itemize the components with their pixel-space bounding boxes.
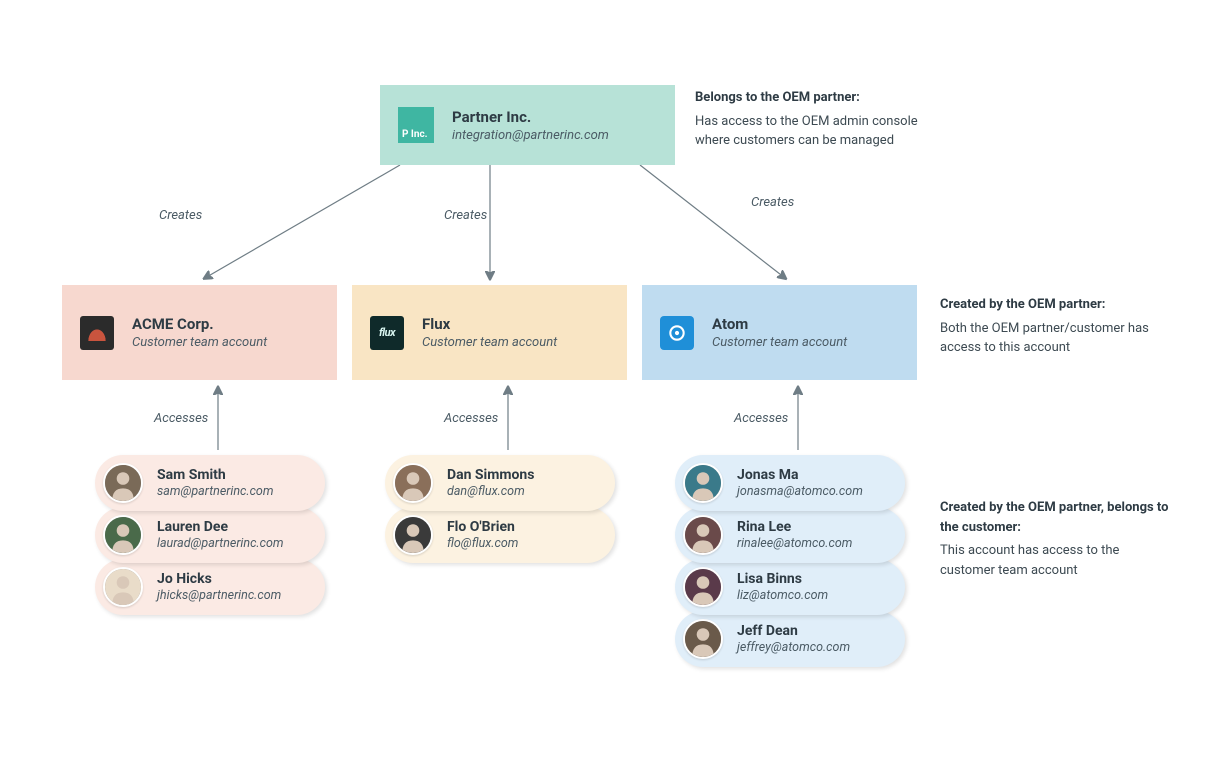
user-card: Jeff Dean jeffrey@atomco.com xyxy=(675,611,905,667)
user-card: Jo Hicks jhicks@partnerinc.com xyxy=(95,559,325,615)
user-card: Rina Lee rinalee@atomco.com xyxy=(675,507,905,563)
avatar xyxy=(683,463,723,503)
user-card: Lauren Dee laurad@partnerinc.com xyxy=(95,507,325,563)
atom-logo xyxy=(660,316,694,350)
user-list-acme: Sam Smith sam@partnerinc.com Lauren Dee … xyxy=(95,455,325,611)
partner-email: integration@partnerinc.com xyxy=(452,128,609,143)
user-email: dan@flux.com xyxy=(447,484,534,499)
edge-label-creates: Creates xyxy=(444,208,487,223)
user-name: Lisa Binns xyxy=(737,571,828,587)
edge-label-accesses: Accesses xyxy=(734,411,788,426)
avatar xyxy=(683,567,723,607)
customer-subtitle: Customer team account xyxy=(712,335,847,350)
note-partner: Belongs to the OEM partner: Has access t… xyxy=(695,88,930,151)
acme-logo xyxy=(80,316,114,350)
avatar xyxy=(393,463,433,503)
user-card: Sam Smith sam@partnerinc.com xyxy=(95,455,325,511)
note-user: Created by the OEM partner, belongs to t… xyxy=(940,498,1175,580)
user-email: laurad@partnerinc.com xyxy=(157,536,284,551)
user-name: Rina Lee xyxy=(737,519,852,535)
avatar xyxy=(683,515,723,555)
user-email: liz@atomco.com xyxy=(737,588,828,603)
user-email: sam@partnerinc.com xyxy=(157,484,273,499)
avatar xyxy=(103,567,143,607)
user-email: flo@flux.com xyxy=(447,536,518,551)
user-name: Lauren Dee xyxy=(157,519,284,535)
customer-name: ACME Corp. xyxy=(132,315,267,333)
partner-account-card: P Inc. Partner Inc. integration@partneri… xyxy=(380,85,675,165)
user-name: Jonas Ma xyxy=(737,467,863,483)
user-card: Lisa Binns liz@atomco.com xyxy=(675,559,905,615)
avatar xyxy=(103,515,143,555)
user-card: Flo O'Brien flo@flux.com xyxy=(385,507,615,563)
avatar xyxy=(683,619,723,659)
user-name: Jeff Dean xyxy=(737,623,850,639)
user-name: Dan Simmons xyxy=(447,467,534,483)
partner-name: Partner Inc. xyxy=(452,108,609,126)
user-name: Flo O'Brien xyxy=(447,519,518,535)
customer-subtitle: Customer team account xyxy=(422,335,557,350)
edge-label-accesses: Accesses xyxy=(444,411,498,426)
user-email: jeffrey@atomco.com xyxy=(737,640,850,655)
user-list-atom: Jonas Ma jonasma@atomco.com Rina Lee rin… xyxy=(675,455,905,663)
customer-card-flux: flux Flux Customer team account xyxy=(352,285,627,380)
avatar xyxy=(103,463,143,503)
user-email: rinalee@atomco.com xyxy=(737,536,852,551)
user-email: jonasma@atomco.com xyxy=(737,484,863,499)
user-card: Dan Simmons dan@flux.com xyxy=(385,455,615,511)
customer-card-atom: Atom Customer team account xyxy=(642,285,917,380)
customer-name: Flux xyxy=(422,315,557,333)
user-card: Jonas Ma jonasma@atomco.com xyxy=(675,455,905,511)
partner-logo: P Inc. xyxy=(398,107,434,143)
edge-label-creates: Creates xyxy=(159,208,202,223)
customer-card-acme: ACME Corp. Customer team account xyxy=(62,285,337,380)
customer-name: Atom xyxy=(712,315,847,333)
note-customer: Created by the OEM partner: Both the OEM… xyxy=(940,295,1175,358)
user-name: Jo Hicks xyxy=(157,571,281,587)
flux-logo: flux xyxy=(370,316,404,350)
edge-label-accesses: Accesses xyxy=(154,411,208,426)
user-email: jhicks@partnerinc.com xyxy=(157,588,281,603)
user-name: Sam Smith xyxy=(157,467,273,483)
customer-subtitle: Customer team account xyxy=(132,335,267,350)
user-list-flux: Dan Simmons dan@flux.com Flo O'Brien flo… xyxy=(385,455,615,559)
edge-label-creates: Creates xyxy=(751,195,794,210)
avatar xyxy=(393,515,433,555)
